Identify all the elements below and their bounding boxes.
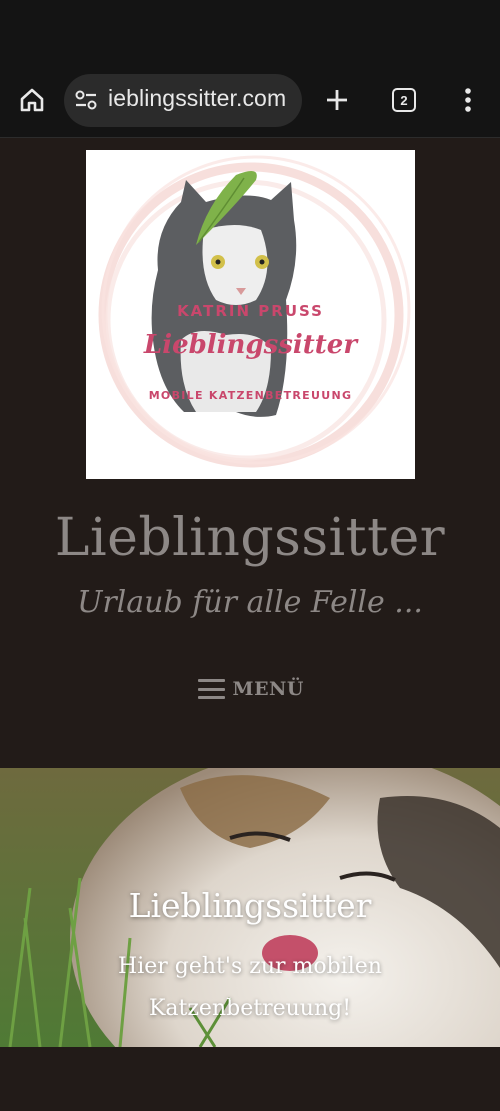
hero-text[interactable]: Hier geht's zur mobilen Katzenbetreuung! bbox=[90, 946, 410, 1030]
logo-brand: Lieblingssitter bbox=[143, 330, 358, 360]
logo-subline: MOBILE KATZENBETREUUNG bbox=[148, 389, 353, 402]
url-text[interactable]: ieblingssitter.com bbox=[108, 85, 286, 112]
tab-count[interactable]: 2 bbox=[392, 88, 416, 112]
more-vert-icon[interactable] bbox=[452, 82, 484, 118]
site-tagline: Urlaub für alle Felle ... bbox=[77, 585, 423, 620]
status-bar bbox=[0, 0, 500, 64]
site-title[interactable]: Lieblingssitter bbox=[0, 508, 500, 568]
hero-banner[interactable]: Lieblingssitter Hier geht's zur mobilen … bbox=[0, 768, 500, 1047]
site-logo[interactable]: KATRIN PRUSS Lieblingssitter MOBILE KATZ… bbox=[86, 150, 415, 479]
logo-name-line: KATRIN PRUSS bbox=[177, 302, 324, 320]
hamburger-icon bbox=[198, 679, 225, 699]
hero-title[interactable]: Lieblingssitter bbox=[0, 886, 500, 925]
browser-toolbar: ieblingssitter.com 2 bbox=[0, 64, 500, 138]
tab-switcher-icon[interactable]: 2 bbox=[388, 82, 420, 118]
menu-label: MENÜ bbox=[232, 678, 304, 700]
menu-button[interactable]: MENÜ bbox=[198, 674, 304, 704]
home-icon[interactable] bbox=[16, 82, 48, 118]
site-settings-icon[interactable] bbox=[74, 89, 98, 111]
new-tab-icon[interactable] bbox=[321, 82, 353, 118]
address-bar[interactable]: ieblingssitter.com bbox=[64, 74, 302, 127]
